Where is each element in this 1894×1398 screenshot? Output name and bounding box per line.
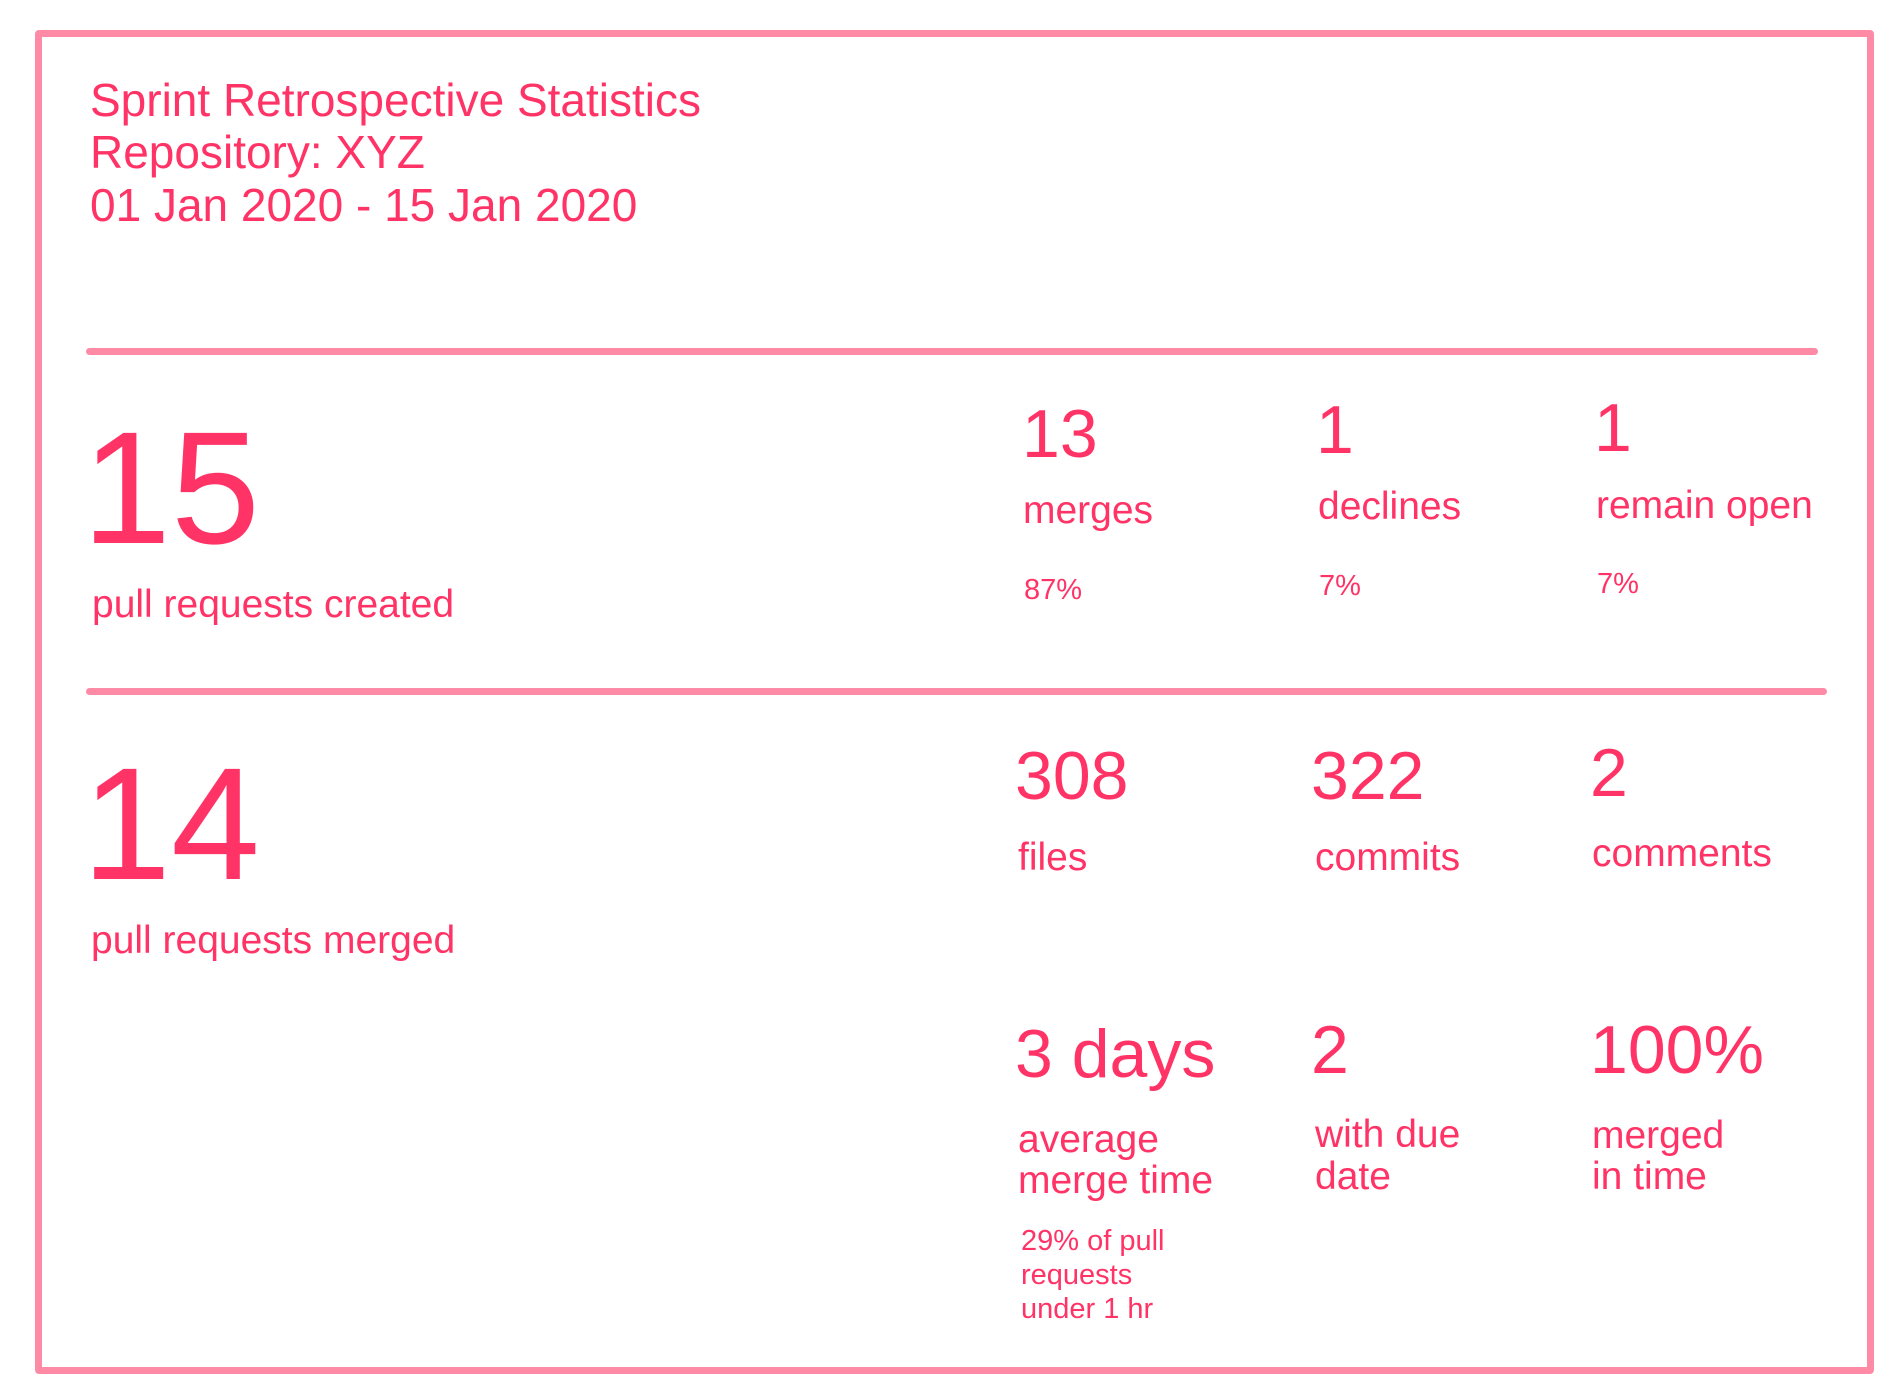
files-count: 308 [1015, 738, 1129, 814]
pull-requests-created-label: pull requests created [92, 583, 455, 626]
commits-label: commits [1315, 836, 1461, 879]
merges-count: 13 [1022, 396, 1098, 472]
report-title: Sprint Retrospective Statistics [90, 74, 702, 126]
average-merge-time-label-line1: average [1018, 1118, 1159, 1161]
files-label: files [1018, 836, 1088, 879]
merged-in-time-percent: 100% [1590, 1012, 1764, 1088]
average-merge-time-value: 3 days [1015, 1016, 1216, 1092]
commits-count: 322 [1311, 738, 1425, 814]
date-range: 01 Jan 2020 - 15 Jan 2020 [90, 179, 638, 231]
merge-time-note-line3: under 1 hr [1021, 1293, 1154, 1325]
with-due-date-label-line1: with due [1315, 1113, 1461, 1156]
merged-in-time-label-line1: merged [1592, 1114, 1725, 1157]
section-divider-top [86, 348, 1818, 355]
pull-requests-merged-label: pull requests merged [91, 919, 456, 962]
declines-count: 1 [1316, 392, 1354, 468]
remain-open-count: 1 [1594, 390, 1632, 466]
merge-time-note-line2: requests [1021, 1259, 1133, 1291]
pull-requests-merged-count: 14 [82, 734, 260, 913]
merge-time-note-line1: 29% of pull [1021, 1225, 1165, 1257]
remain-open-label: remain open [1596, 484, 1813, 527]
declines-label: declines [1318, 485, 1462, 528]
comments-count: 2 [1590, 735, 1628, 811]
declines-percent: 7% [1319, 570, 1361, 602]
average-merge-time-label-line2: merge time [1018, 1159, 1214, 1202]
with-due-date-count: 2 [1311, 1012, 1349, 1088]
section-divider-middle [86, 688, 1827, 695]
comments-label: comments [1592, 832, 1772, 875]
repository-name: Repository: XYZ [90, 126, 425, 178]
merges-label: merges [1023, 489, 1154, 532]
merged-in-time-label-line2: in time [1592, 1155, 1707, 1198]
remain-open-percent: 7% [1597, 568, 1639, 600]
with-due-date-label-line2: date [1315, 1155, 1391, 1198]
merges-percent: 87% [1024, 574, 1083, 606]
pull-requests-created-count: 15 [82, 398, 260, 577]
